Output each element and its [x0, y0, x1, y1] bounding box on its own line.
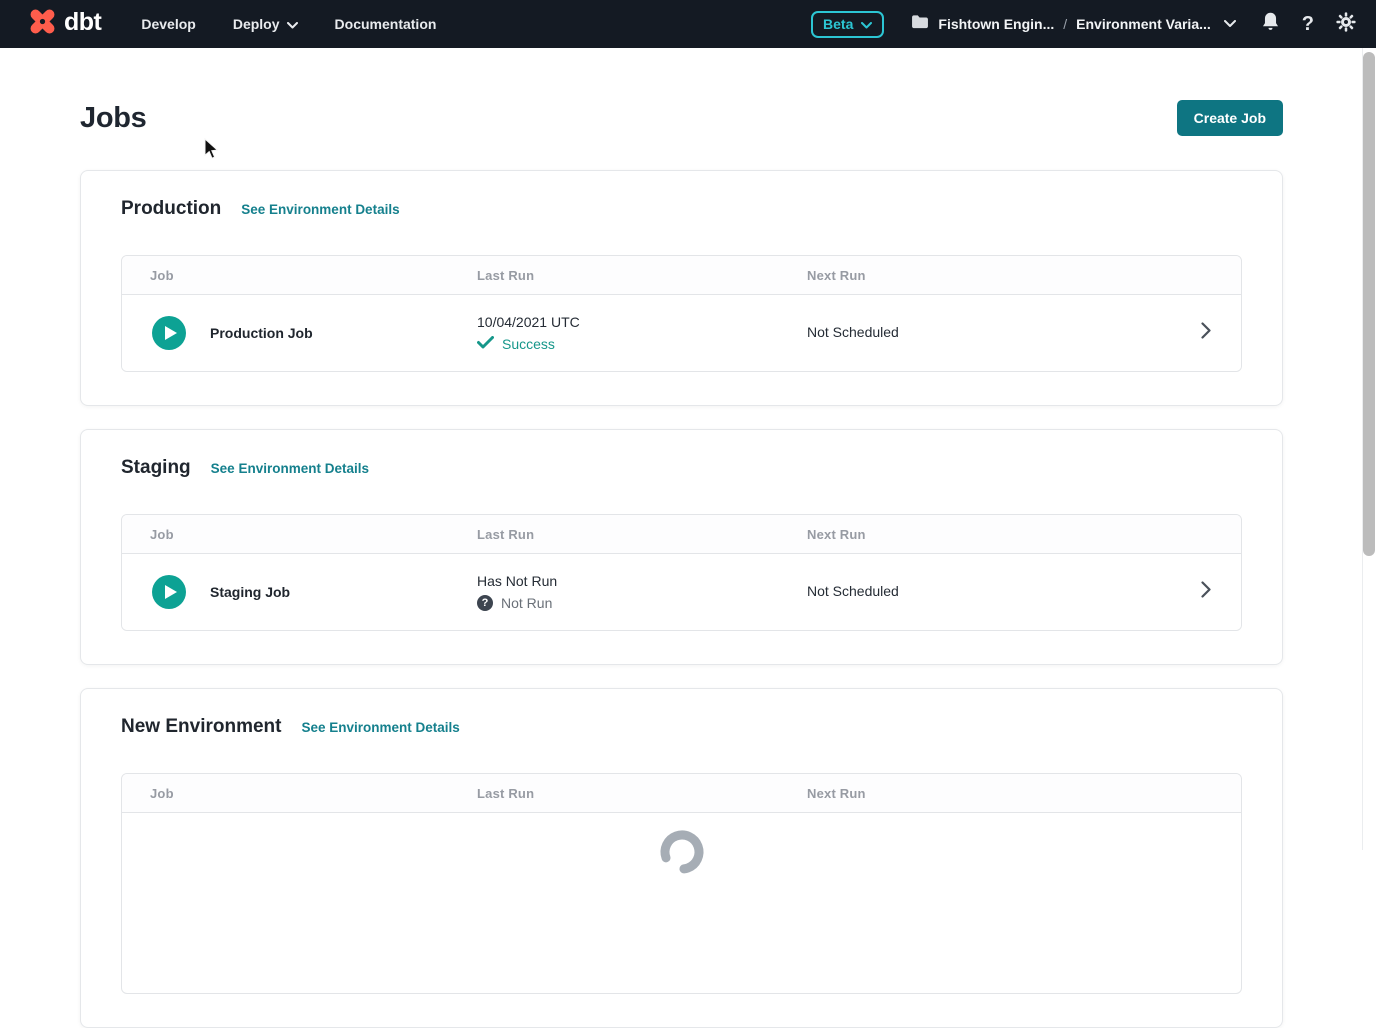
empty-state-icon [658, 826, 706, 879]
column-header-next-run: Next Run [807, 786, 1241, 801]
jobs-table: Job Last Run Next Run Production Job 10/… [121, 255, 1242, 372]
chevron-right-icon [1201, 581, 1211, 603]
environment-header: Production See Environment Details [121, 197, 1242, 221]
beta-label: Beta [823, 16, 853, 32]
breadcrumb[interactable]: Fishtown Engin... / Environment Varia... [911, 14, 1235, 34]
column-header-last-run: Last Run [477, 268, 807, 283]
folder-icon [911, 14, 929, 34]
page-title: Jobs [80, 102, 147, 135]
job-row-staging[interactable]: Staging Job Has Not Run ? Not Run Not Sc… [122, 554, 1241, 630]
last-run-date: Has Not Run [477, 573, 807, 589]
job-cell: Staging Job [122, 575, 477, 609]
next-run-cell: Not Scheduled [807, 324, 1201, 342]
bell-icon[interactable] [1261, 11, 1280, 37]
beta-dropdown[interactable]: Beta [811, 11, 884, 38]
dbt-logo[interactable]: dbt [24, 5, 101, 43]
nav-deploy-label: Deploy [233, 16, 280, 32]
environment-name: Production [121, 197, 221, 221]
jobs-table: Job Last Run Next Run [121, 773, 1242, 994]
chevron-down-icon[interactable] [1224, 15, 1236, 33]
jobs-table: Job Last Run Next Run Staging Job Has No… [121, 514, 1242, 631]
question-circle-icon: ? [477, 595, 493, 611]
breadcrumb-project[interactable]: Fishtown Engin... [938, 16, 1054, 32]
last-run-date: 10/04/2021 UTC [477, 314, 807, 330]
top-navbar: dbt Develop Deploy Documentation Beta Fi… [0, 0, 1376, 48]
column-header-next-run: Next Run [807, 527, 1241, 542]
environment-name: Staging [121, 456, 191, 480]
job-row-production[interactable]: Production Job 10/04/2021 UTC Success No… [122, 295, 1241, 371]
nav-deploy[interactable]: Deploy [233, 16, 298, 32]
play-icon [165, 585, 177, 599]
environment-header: Staging See Environment Details [121, 456, 1242, 480]
chevron-right-icon [1201, 322, 1211, 344]
help-icon[interactable]: ? [1302, 14, 1314, 34]
environment-name: New Environment [121, 715, 281, 739]
next-run-cell: Not Scheduled [807, 583, 1201, 601]
nav-develop[interactable]: Develop [141, 16, 195, 32]
last-run-cell: 10/04/2021 UTC Success [477, 314, 807, 352]
page-header: Jobs Create Job [80, 100, 1283, 136]
see-environment-details-link[interactable]: See Environment Details [241, 202, 399, 217]
column-header-last-run: Last Run [477, 527, 807, 542]
scrollbar-thumb[interactable] [1363, 52, 1375, 556]
nav-develop-label: Develop [141, 16, 195, 32]
jobs-page: Jobs Create Job Production See Environme… [80, 100, 1283, 1028]
navbar-icons: ? [1261, 11, 1356, 37]
table-header-row: Job Last Run Next Run [122, 515, 1241, 554]
table-header-row: Job Last Run Next Run [122, 256, 1241, 295]
nav-documentation[interactable]: Documentation [335, 16, 437, 32]
next-run-value: Not Scheduled [807, 583, 899, 599]
next-run-value: Not Scheduled [807, 324, 899, 340]
environment-card-new-environment: New Environment See Environment Details … [80, 688, 1283, 1028]
column-header-job: Job [122, 527, 477, 542]
environment-card-staging: Staging See Environment Details Job Last… [80, 429, 1283, 665]
last-run-cell: Has Not Run ? Not Run [477, 573, 807, 611]
chevron-down-icon [287, 16, 298, 32]
column-header-next-run: Next Run [807, 268, 1241, 283]
status-badge: Not Run [501, 595, 552, 611]
run-job-button[interactable] [152, 316, 186, 350]
navbar-right: Beta Fishtown Engin... / Environment Var… [811, 11, 1356, 38]
column-header-last-run: Last Run [477, 786, 807, 801]
status-badge: Success [502, 336, 555, 352]
see-environment-details-link[interactable]: See Environment Details [301, 720, 459, 735]
chevron-down-icon [861, 16, 872, 32]
check-icon [477, 336, 494, 352]
environment-card-production: Production See Environment Details Job L… [80, 170, 1283, 406]
environment-header: New Environment See Environment Details [121, 715, 1242, 739]
table-header-row: Job Last Run Next Run [122, 774, 1241, 813]
empty-jobs-area [122, 813, 1241, 993]
create-job-button[interactable]: Create Job [1177, 100, 1283, 136]
column-header-job: Job [122, 268, 477, 283]
run-job-button[interactable] [152, 575, 186, 609]
job-name: Staging Job [210, 584, 290, 600]
breadcrumb-page[interactable]: Environment Varia... [1076, 16, 1211, 32]
job-name: Production Job [210, 325, 313, 341]
scrollbar-track[interactable] [1362, 48, 1376, 850]
see-environment-details-link[interactable]: See Environment Details [211, 461, 369, 476]
breadcrumb-separator: / [1063, 16, 1067, 32]
dbt-logo-icon [24, 5, 61, 43]
gear-icon[interactable] [1336, 12, 1356, 37]
play-icon [165, 326, 177, 340]
column-header-job: Job [122, 786, 477, 801]
nav-documentation-label: Documentation [335, 16, 437, 32]
brand-name: dbt [64, 10, 101, 38]
job-cell: Production Job [122, 316, 477, 350]
main-nav: Develop Deploy Documentation [141, 16, 436, 32]
